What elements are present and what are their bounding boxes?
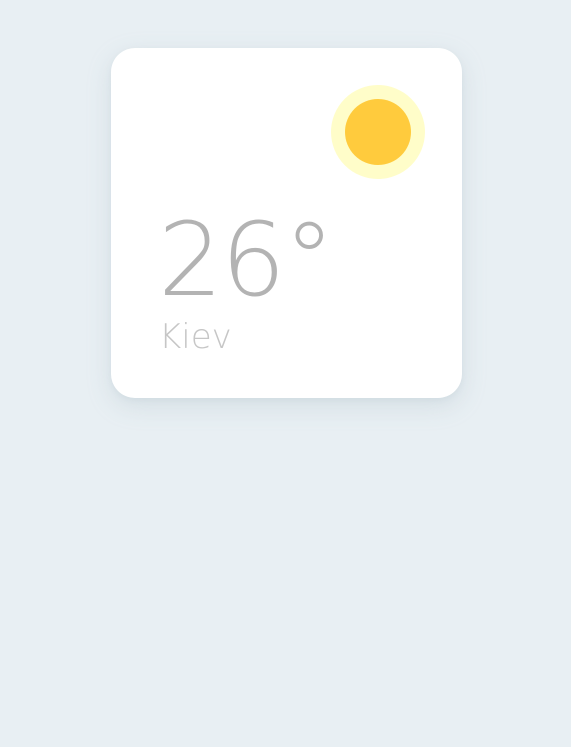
sun-core (345, 99, 411, 165)
temperature: 26° (158, 201, 335, 320)
city-name: Kiev (159, 317, 232, 357)
sun-icon (331, 85, 425, 179)
weather-card: 26° Kiev (111, 48, 462, 398)
